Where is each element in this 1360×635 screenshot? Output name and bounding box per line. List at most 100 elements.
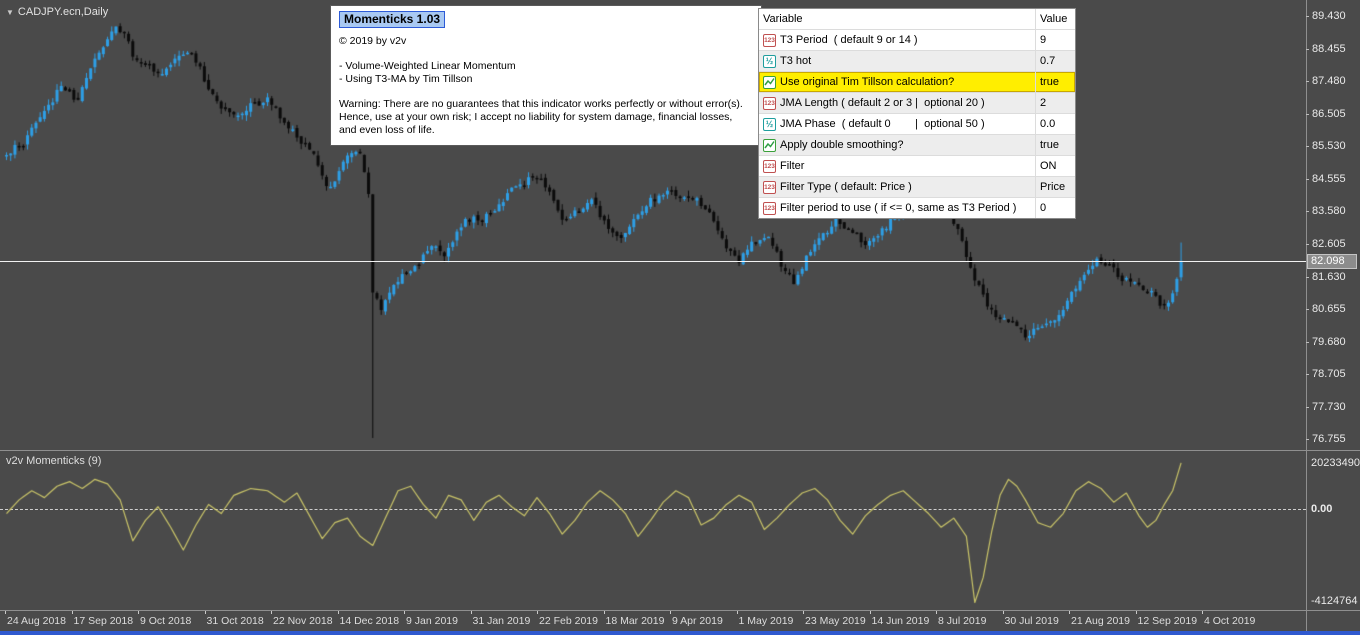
time-axis-tick [1069,611,1070,614]
int-param-icon: 123 [763,159,776,173]
price-axis-tick [1306,243,1309,245]
int-param-icon: 123 [763,33,776,47]
price-axis-tick [1306,309,1309,311]
time-axis-label: 18 Mar 2019 [605,615,665,627]
info-bullet-line: - Volume-Weighted Linear Momentum [339,60,516,72]
time-axis-label: 24 Aug 2018 [7,615,66,627]
bid-price-line [0,261,1306,262]
double-param-icon: ½ [763,117,776,131]
indicator-params-table: Variable Value 123 T3 Period ( default 9 … [758,8,1076,219]
info-bullet-line: - Using T3-MA by Tim Tillson [339,73,473,85]
param-label: JMA Phase ( default 0 | optional 50 ) [780,118,985,130]
price-axis-tick [1306,81,1309,83]
time-axis-label: 21 Aug 2019 [1071,615,1130,627]
time-axis-label: 31 Jan 2019 [472,615,531,627]
param-row: 123 Filter period to use ( if <= 0, same … [759,197,1075,218]
price-axis-tick [1306,211,1309,213]
price-axis-tick [1306,406,1309,408]
param-label: T3 hot [780,55,812,67]
param-row: 123 Filter ON [759,155,1075,176]
price-axis-tick [1306,178,1309,180]
param-value: Price [1040,181,1066,193]
price-axis-label: 84.555 [1312,172,1346,185]
time-axis-tick [1135,611,1137,614]
param-row: 123 JMA Length ( default 2 or 3 | optiona… [759,92,1075,113]
time-axis-tick [803,611,804,614]
price-axis-label: 76.755 [1312,433,1346,446]
time-axis[interactable]: 24 Aug 2018 17 Sep 2018 9 Oct 2018 31 Oct 2… [0,611,1360,631]
pane-separator-main[interactable] [0,450,1360,451]
warning-text: Warning: There are no guarantees that th… [339,98,753,137]
param-row: ½ T3 hot 0.7 [759,50,1075,71]
time-axis-label: 14 Jun 2019 [871,615,930,627]
param-value: ON [1040,160,1057,172]
time-axis-tick [670,611,671,614]
time-axis-tick [5,611,6,614]
price-axis[interactable]: 89.430 88.455 87.480 86.505 85.530 84.555 83.5… [1306,0,1360,611]
time-axis-label: 4 Oct 2019 [1204,615,1256,627]
bool-param-icon [763,75,776,89]
price-axis-tick [1306,374,1309,376]
time-axis-tick [603,611,605,614]
bool-param-icon [763,138,776,152]
chart-symbol-label[interactable]: ▼ CADJPY.ecn,Daily [6,6,108,18]
oscillator-max-label: 20233490 [1311,457,1360,469]
time-axis-label: 30 Jul 2019 [1004,615,1059,627]
mt4-chart-window: ▼ CADJPY.ecn,Daily Momenticks 1.03 © 201… [0,0,1360,635]
time-axis-label: 22 Nov 2018 [273,615,333,627]
price-axis-label: 77.730 [1312,400,1346,413]
chevron-down-icon: ▼ [6,7,14,17]
time-axis-tick [337,611,339,614]
price-axis-tick [1306,341,1309,343]
price-axis-label: 88.455 [1312,42,1346,55]
int-param-icon: 123 [763,96,776,110]
price-axis-label: 83.580 [1312,205,1346,218]
time-axis-label: 9 Oct 2018 [140,615,192,627]
price-axis-label: 81.630 [1312,270,1346,283]
time-axis-label: 31 Oct 2018 [206,615,264,627]
param-row: Apply double smoothing? true [759,134,1075,155]
price-axis-tick [1306,48,1309,50]
time-axis-tick [1002,611,1004,614]
price-axis-label: 89.430 [1312,10,1346,22]
param-label: Use original Tim Tillson calculation? [780,76,955,88]
time-axis-label: 12 Sep 2019 [1137,615,1198,627]
symbol-text: CADJPY.ecn,Daily [17,6,109,18]
time-axis-tick [138,611,139,614]
time-axis-tick [204,611,206,614]
params-header-row: Variable Value [759,9,1075,29]
price-axis-tick [1306,146,1309,148]
time-axis-label: 9 Jan 2019 [406,615,458,627]
time-axis-tick [470,611,472,614]
time-axis-tick [869,611,871,614]
param-value: 0 [1040,202,1047,214]
time-axis-tick [404,611,405,614]
time-axis-label: 22 Feb 2019 [539,615,598,627]
time-axis-label: 9 Apr 2019 [672,615,723,627]
price-axis-label: 80.655 [1312,303,1346,316]
oscillator-zero-label: 0.00 [1311,503,1333,515]
time-axis-tick [1202,611,1203,614]
oscillator-min-label: -4124764 [1311,595,1358,607]
price-axis-tick [1306,439,1309,441]
price-axis-tick [1306,113,1309,115]
warning-line: Warning: There are no guarantees that th… [339,98,743,110]
price-axis-label: 79.680 [1312,335,1346,348]
param-value: 0.7 [1040,55,1056,67]
param-row: 123 Filter Type ( default: Price ) Price [759,176,1075,197]
param-value: 0.0 [1040,118,1056,130]
indicator-info-box: Momenticks 1.03 © 2019 by v2v - Volume-W… [330,5,762,146]
subwindow-indicator-label: v2v Momenticks (9) [6,455,102,467]
price-axis-label: 87.480 [1312,75,1346,88]
indicator-title: Momenticks 1.03 [339,11,446,28]
param-label: Apply double smoothing? [780,139,904,151]
time-axis-label: 1 May 2019 [738,615,794,627]
time-axis-tick [736,611,738,614]
price-axis-label: 86.505 [1312,107,1346,120]
price-axis-tick [1306,276,1309,278]
param-value: true [1040,139,1059,151]
param-row: Use original Tim Tillson calculation? tru… [759,71,1075,92]
time-axis-label: 23 May 2019 [805,615,866,627]
info-title-row: Momenticks 1.03 [339,11,753,28]
time-axis-tick [936,611,937,614]
